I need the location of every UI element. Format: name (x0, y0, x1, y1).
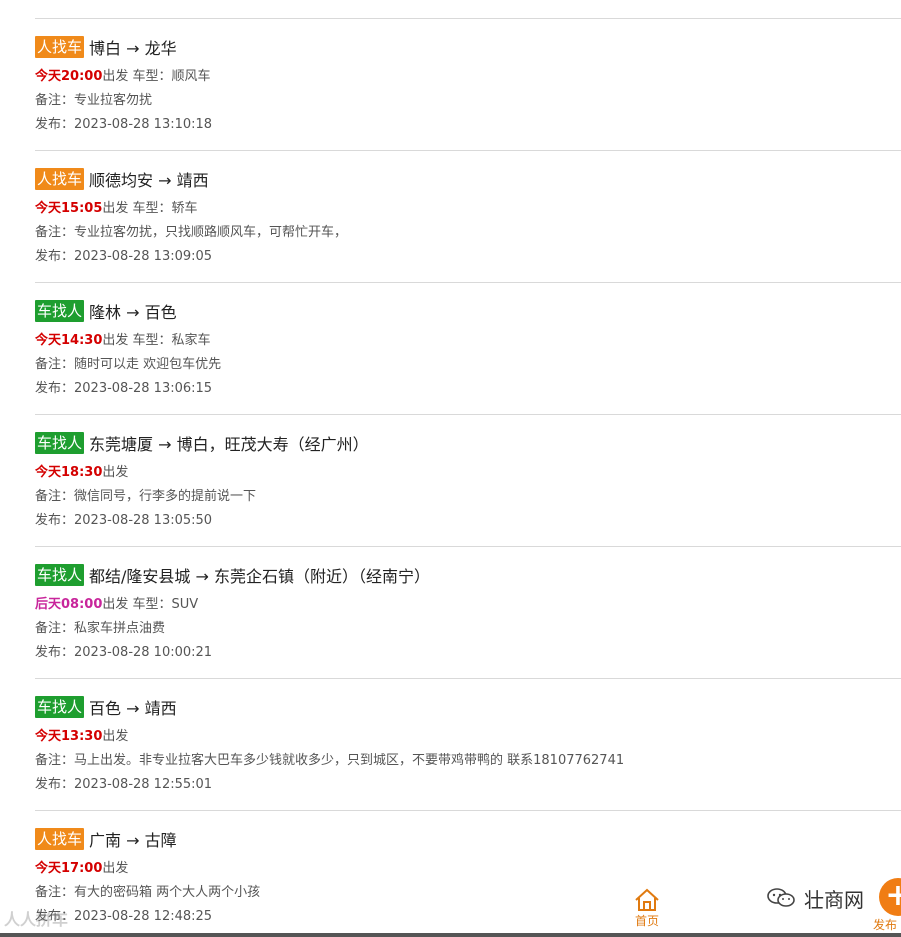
post-title: 人找车 博白 → 龙华 (35, 35, 177, 59)
depart-label: 出发 (102, 201, 129, 216)
watermark: 壮商网 (766, 883, 864, 913)
list-item[interactable]: 人找车 博白 → 龙华 今天20:00出发 车型：顺风车 备注：专业拉客勿扰 发… (35, 18, 901, 150)
depart-label: 出发 (102, 333, 129, 348)
post-route: 都结/隆安县城 → 东莞企石镇（附近）（经南宁） (89, 567, 430, 586)
post-type-tag: 人找车 (35, 828, 85, 850)
car-type: 车型：顺风车 (128, 69, 211, 84)
home-icon (635, 888, 659, 911)
list-item[interactable]: 车找人 都结/隆安县城 → 东莞企石镇（附近）（经南宁） 后天08:00出发 车… (35, 546, 901, 678)
depart-label: 出发 (102, 69, 129, 84)
post-type-tag: 车找人 (35, 696, 85, 718)
post-note: 备注：有大的密码箱 两个大人两个小孩 (35, 885, 261, 900)
post-published: 发布：2023-08-28 13:10:18 (35, 117, 213, 132)
home-button[interactable]: 首页 (629, 888, 665, 934)
post-type-tag: 车找人 (35, 300, 85, 322)
post-route: 顺德均安 → 靖西 (89, 171, 209, 190)
post-published: 发布：2023-08-28 13:09:05 (35, 249, 213, 264)
post-note: 备注：专业拉客勿扰 (35, 93, 153, 108)
post-route: 东莞塘厦 → 博白，旺茂大寿（经广州） (89, 435, 369, 454)
post-type-tag: 车找人 (35, 564, 85, 586)
wechat-icon (767, 888, 795, 907)
post-note: 备注：私家车拼点油费 (35, 621, 166, 636)
depart-label: 出发 (102, 597, 129, 612)
departure-time: 后天08:00 (35, 597, 103, 612)
bottom-edge (0, 933, 901, 937)
post-departure: 今天20:00出发 车型：顺风车 (35, 65, 211, 84)
departure-time: 今天18:30 (35, 465, 103, 480)
post-type-tag: 人找车 (35, 36, 85, 58)
post-departure: 今天18:30出发 (35, 461, 128, 480)
post-route: 百色 → 靖西 (89, 699, 177, 718)
publish-label: 发布 (873, 918, 898, 932)
post-published: 发布：2023-08-28 10:00:21 (35, 645, 213, 660)
depart-label: 出发 (102, 861, 129, 876)
departure-time: 今天15:05 (35, 201, 103, 216)
post-route: 隆林 → 百色 (89, 303, 177, 322)
post-departure: 今天15:05出发 车型：轿车 (35, 197, 198, 216)
watermark-text: 壮商网 (804, 887, 864, 912)
post-note: 备注：随时可以走 欢迎包车优先 (35, 357, 222, 372)
post-published: 发布：2023-08-28 13:05:50 (35, 513, 213, 528)
home-label: 首页 (634, 914, 659, 928)
post-departure: 今天17:00出发 (35, 857, 128, 876)
list-item[interactable]: 人找车 广南 → 古障 今天17:00出发 备注：有大的密码箱 两个大人两个小孩… (35, 810, 901, 937)
post-title: 人找车 广南 → 古障 (35, 827, 177, 851)
post-title: 车找人 都结/隆安县城 → 东莞企石镇（附近）（经南宁） (35, 563, 430, 587)
car-type: 车型：SUV (128, 597, 199, 612)
list-item[interactable]: 人找车 顺德均安 → 靖西 今天15:05出发 车型：轿车 备注：专业拉客勿扰，… (35, 150, 901, 282)
list-item[interactable]: 车找人 东莞塘厦 → 博白，旺茂大寿（经广州） 今天18:30出发 备注：微信同… (35, 414, 901, 546)
post-type-tag: 车找人 (35, 432, 85, 454)
post-title: 车找人 百色 → 靖西 (35, 695, 177, 719)
post-list: 人找车 博白 → 龙华 今天20:00出发 车型：顺风车 备注：专业拉客勿扰 发… (35, 18, 901, 937)
post-route: 博白 → 龙华 (89, 39, 177, 58)
depart-label: 出发 (102, 465, 129, 480)
plus-icon: + (879, 878, 901, 916)
list-item[interactable]: 车找人 百色 → 靖西 今天13:30出发 备注：马上出发。非专业拉客大巴车多少… (35, 678, 901, 810)
departure-time: 今天17:00 (35, 861, 103, 876)
corner-watermark: 人人拼车 (4, 910, 69, 929)
car-type: 车型：私家车 (128, 333, 211, 348)
depart-label: 出发 (102, 729, 129, 744)
departure-time: 今天20:00 (35, 69, 103, 84)
post-type-tag: 人找车 (35, 168, 85, 190)
post-title: 人找车 顺德均安 → 靖西 (35, 167, 209, 191)
post-note: 备注：微信同号，行李多的提前说一下 (35, 489, 257, 504)
post-departure: 后天08:00出发 车型：SUV (35, 593, 198, 612)
post-route: 广南 → 古障 (89, 831, 177, 850)
page: 人找车 博白 → 龙华 今天20:00出发 车型：顺风车 备注：专业拉客勿扰 发… (0, 0, 901, 937)
list-item[interactable]: 车找人 隆林 → 百色 今天14:30出发 车型：私家车 备注：随时可以走 欢迎… (35, 282, 901, 414)
post-title: 车找人 隆林 → 百色 (35, 299, 177, 323)
post-title: 车找人 东莞塘厦 → 博白，旺茂大寿（经广州） (35, 431, 369, 455)
post-departure: 今天13:30出发 (35, 725, 128, 744)
departure-time: 今天14:30 (35, 333, 103, 348)
post-published: 发布：2023-08-28 12:55:01 (35, 777, 213, 792)
departure-time: 今天13:30 (35, 729, 103, 744)
post-note: 备注：马上出发。非专业拉客大巴车多少钱就收多少，只到城区，不要带鸡带鸭的 联系1… (35, 753, 625, 768)
post-departure: 今天14:30出发 车型：私家车 (35, 329, 211, 348)
car-type: 车型：轿车 (128, 201, 198, 216)
publish-button[interactable]: + 发布 (873, 878, 901, 936)
post-published: 发布：2023-08-28 13:06:15 (35, 381, 213, 396)
post-note: 备注：专业拉客勿扰，只找顺路顺风车，可帮忙开车， (35, 225, 348, 240)
